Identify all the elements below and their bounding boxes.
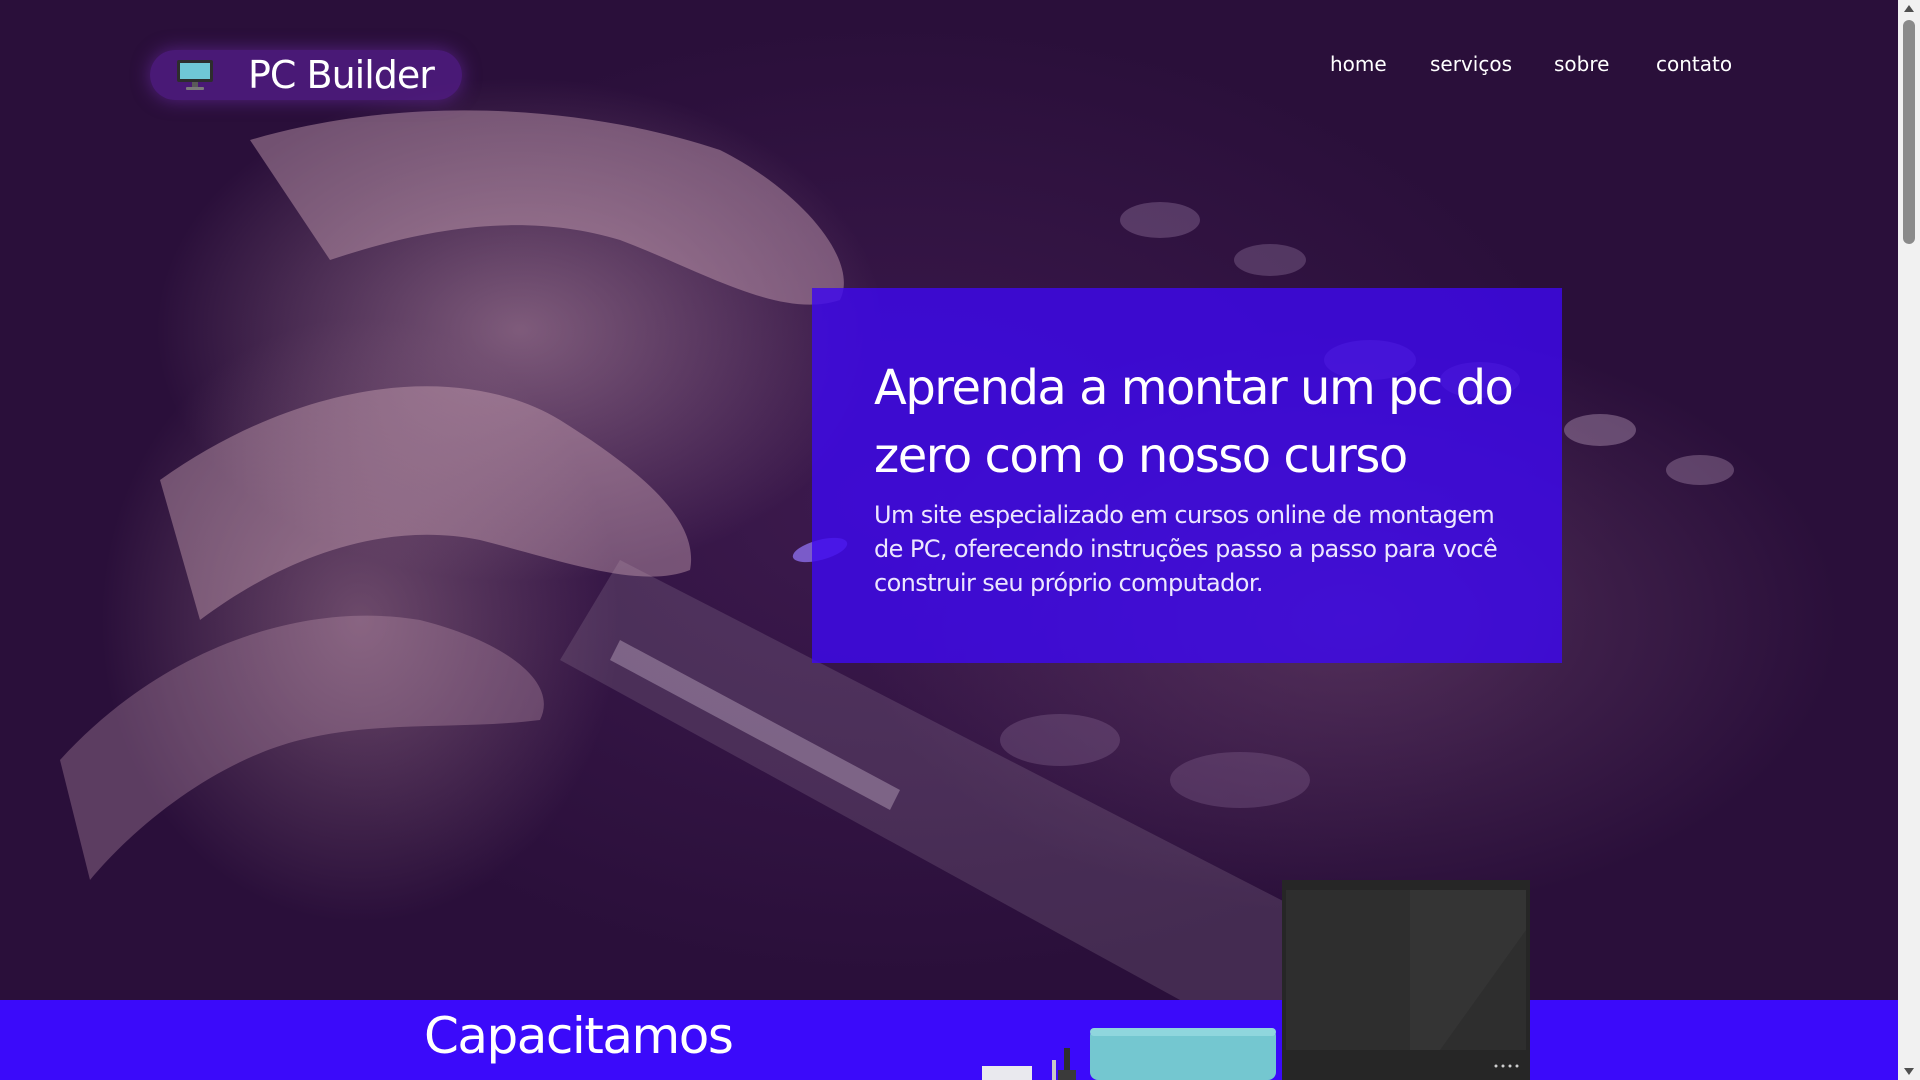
scroll-down-arrow-icon[interactable] bbox=[1898, 1062, 1920, 1080]
hero-card: Aprenda a montar um pc do zero com o nos… bbox=[812, 288, 1562, 663]
scrollbar-thumb[interactable] bbox=[1903, 20, 1915, 244]
hero-title: Aprenda a montar um pc do zero com o nos… bbox=[874, 360, 1514, 484]
monitor-icon bbox=[177, 60, 213, 90]
scroll-up-arrow-icon[interactable] bbox=[1898, 0, 1920, 18]
computer-setup-illustration bbox=[982, 880, 1530, 1080]
nav-contato-link[interactable]: contato bbox=[1656, 50, 1732, 78]
vertical-scrollbar[interactable] bbox=[1898, 0, 1920, 1080]
nav-sobre-link[interactable]: sobre bbox=[1554, 50, 1609, 78]
brand-logo[interactable]: PC Builder bbox=[150, 50, 462, 100]
section-title: Capacitamos bbox=[424, 1007, 734, 1065]
page: PC Builder home serviços sobre contato A… bbox=[0, 0, 1898, 1080]
hero-description: Um site especializado em cursos online d… bbox=[874, 501, 1498, 597]
nav-home-link[interactable]: home bbox=[1330, 50, 1387, 78]
main-nav: home serviços sobre contato bbox=[1320, 50, 1740, 80]
nav-servicos-link[interactable]: serviços bbox=[1430, 50, 1512, 78]
brand-name: PC Builder bbox=[248, 53, 435, 97]
